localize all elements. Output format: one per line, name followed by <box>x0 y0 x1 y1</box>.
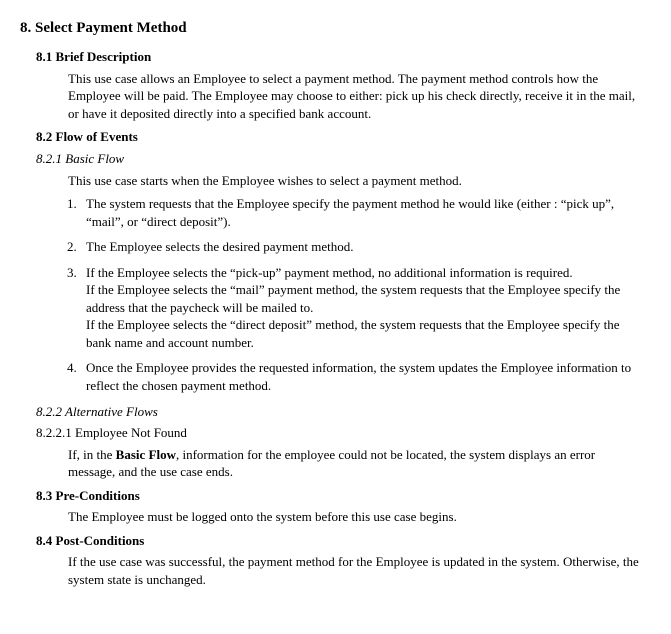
basic-flow-heading: 8.2.1 Basic Flow <box>36 150 651 168</box>
brief-description-body: This use case allows an Employee to sele… <box>68 70 641 123</box>
basic-flow-intro: This use case starts when the Employee w… <box>68 172 641 190</box>
section-number: 8. <box>20 20 31 36</box>
list-item: The system requests that the Employee sp… <box>80 195 641 230</box>
list-item: The Employee selects the desired payment… <box>80 238 641 256</box>
subsection-heading-post: 8.4 Post-Conditions <box>36 532 651 550</box>
list-item: Once the Employee provides the requested… <box>80 359 641 394</box>
alt-flows-heading: 8.2.2 Alternative Flows <box>36 403 651 421</box>
post-conditions-body: If the use case was successful, the paym… <box>68 553 641 588</box>
alt-flow-1-bold: Basic Flow <box>116 447 176 462</box>
subsection-heading-pre: 8.3 Pre-Conditions <box>36 487 651 505</box>
list-item: If the Employee selects the “pick-up” pa… <box>80 264 641 352</box>
subsection-heading-brief: 8.1 Brief Description <box>36 48 651 66</box>
section-title: 8. Select Payment Method <box>20 18 651 38</box>
alt-flow-1-body: If, in the Basic Flow, information for t… <box>68 446 641 481</box>
basic-flow-steps: The system requests that the Employee sp… <box>50 195 641 394</box>
subsection-heading-flow: 8.2 Flow of Events <box>36 128 651 146</box>
alt-flow-1-prefix: If, in the <box>68 447 116 462</box>
pre-conditions-body: The Employee must be logged onto the sys… <box>68 508 641 526</box>
alt-flow-1-heading: 8.2.2.1 Employee Not Found <box>36 424 651 442</box>
section-title-text: Select Payment Method <box>35 20 187 36</box>
